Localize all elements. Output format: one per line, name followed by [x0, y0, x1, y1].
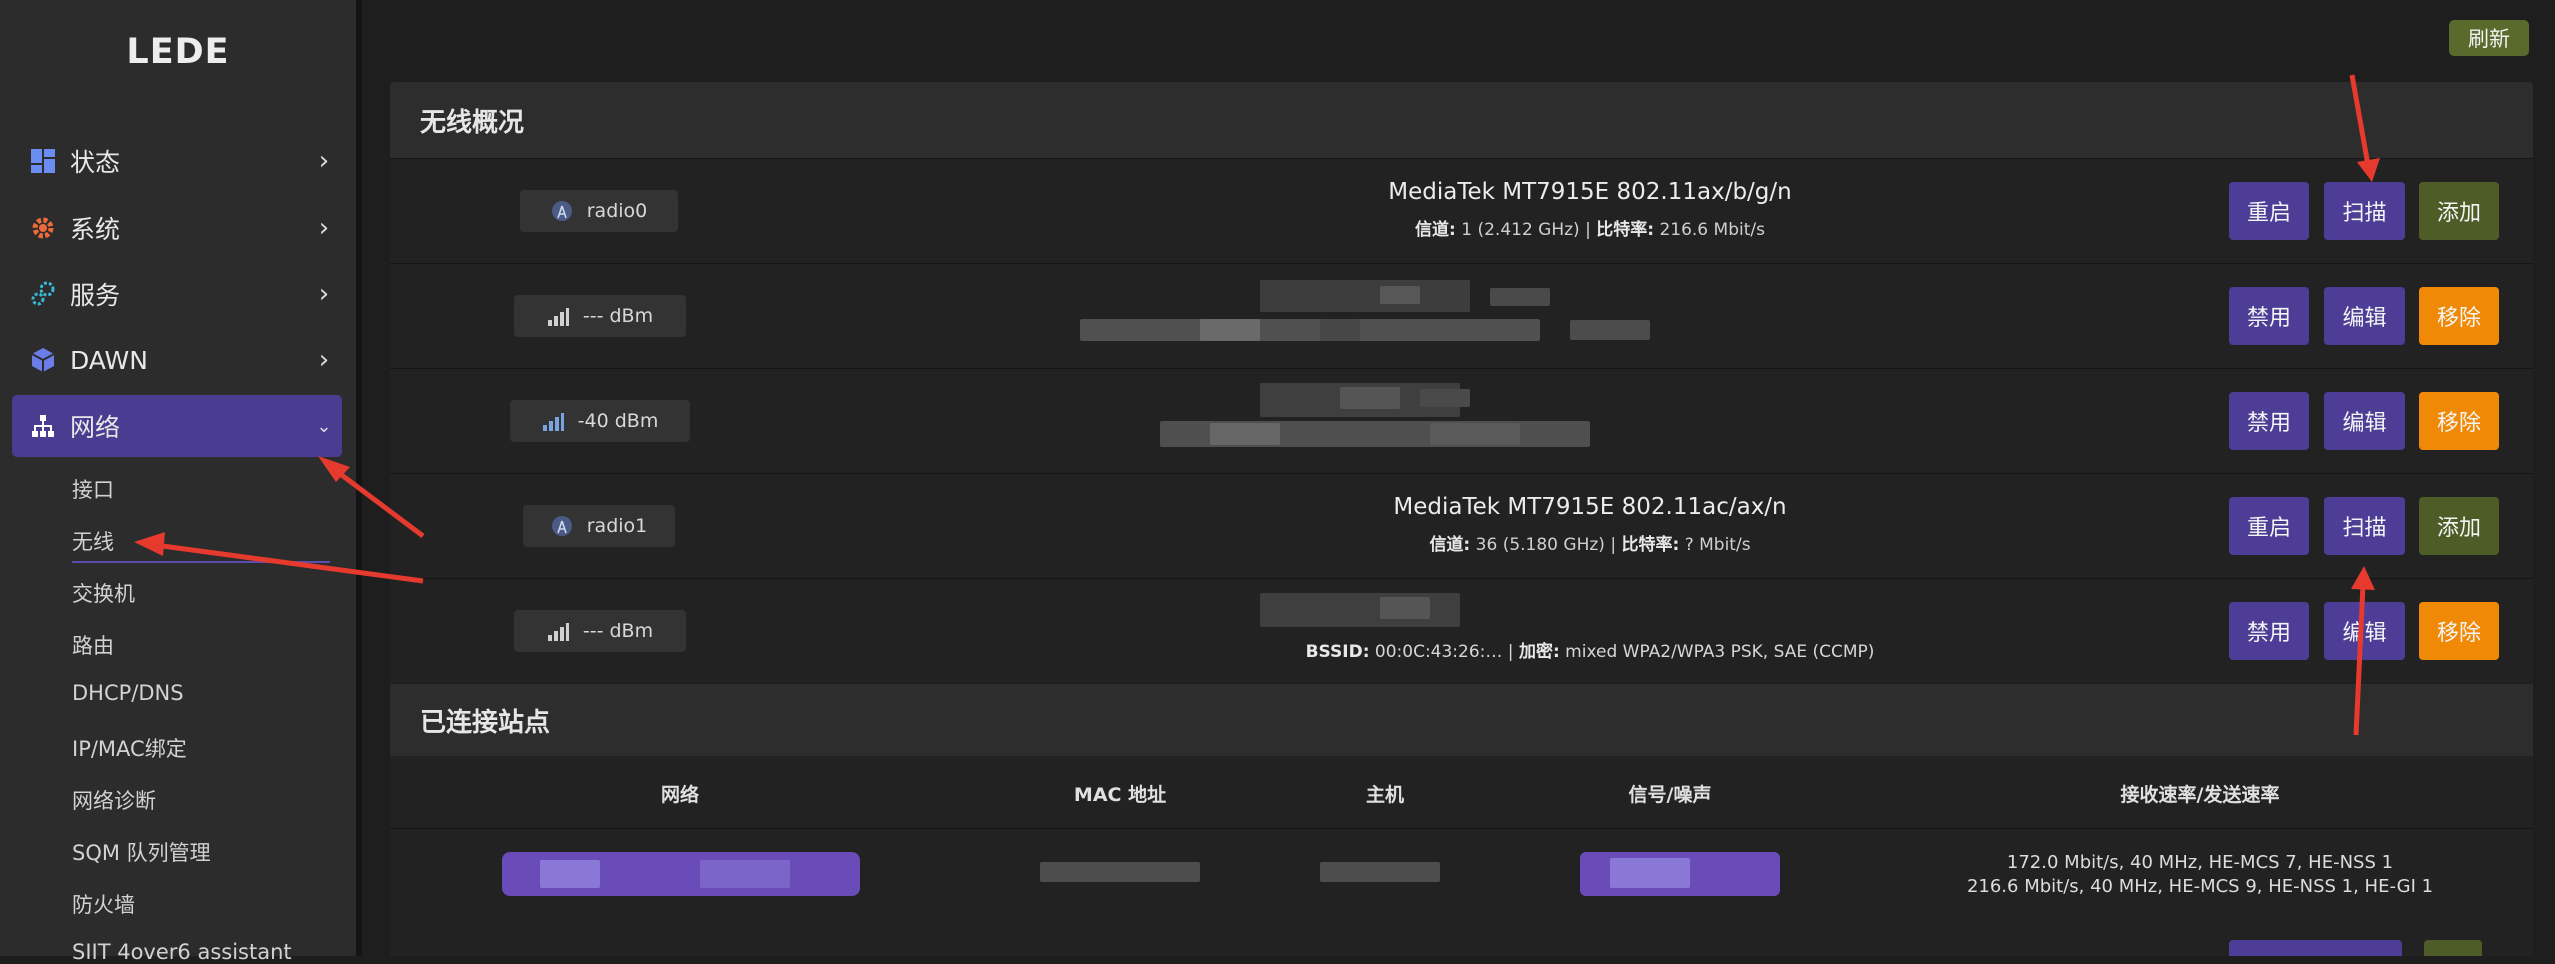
cube-icon [28, 345, 58, 375]
active-subitem-underline [72, 561, 330, 563]
signal-badge: --- dBm [514, 610, 686, 652]
wireless-row-network-3: --- dBm BSSID: 00:0C:43:26:… | 加密: mixed… [390, 578, 2533, 683]
wireless-row-network-1: --- dBm 禁用 编辑 移除 [390, 263, 2533, 368]
restart-button[interactable]: 重启 [2229, 497, 2309, 555]
sidebar-item-label: DAWN [70, 345, 148, 375]
sidebar-item-label: 系统 [70, 215, 121, 244]
scan-button[interactable]: 扫描 [2324, 182, 2405, 240]
sidebar-item-dawn[interactable]: DAWN › [12, 329, 342, 391]
sidebar-subitem-firewall[interactable]: 防火墙 [72, 889, 135, 919]
sidebar-item-label: 状态 [70, 148, 121, 177]
sidebar-subitem-wireless[interactable]: 无线 [72, 526, 114, 556]
signal-bars-icon [542, 411, 564, 431]
sidebar-item-network[interactable]: 网络 ⌄ [12, 395, 342, 457]
wireless-row-radio0: radio0 MediaTek MT7915E 802.11ax/b/g/n 信… [390, 158, 2533, 263]
rx-rate: 172.0 Mbit/s, 40 MHz, HE-MCS 7, HE-NSS 1 [2006, 852, 2394, 873]
sidebar-item-label: 网络 [70, 413, 121, 442]
edit-button[interactable]: 编辑 [2324, 602, 2405, 660]
device-name: MediaTek MT7915E 802.11ax/b/g/n [1388, 179, 1792, 205]
device-name: MediaTek MT7915E 802.11ac/ax/n [1393, 494, 1787, 520]
chevron-right-icon: › [318, 213, 330, 243]
device-details: 信道: 36 (5.180 GHz) | 比特率: ? Mbit/s [1429, 535, 1751, 555]
redacted-host-cell [1320, 862, 1440, 882]
sidebar-subitem-sqm[interactable]: SQM 队列管理 [72, 837, 211, 867]
column-header-signal-noise: 信号/噪声 [1628, 784, 1712, 806]
sidebar-item-status[interactable]: 状态 › [12, 130, 342, 192]
column-header-mac: MAC 地址 [1073, 784, 1167, 806]
redacted-mac-cell [1040, 862, 1200, 882]
restart-button[interactable]: 重启 [2229, 182, 2309, 240]
sidebar-subitem-ip-mac-bind[interactable]: IP/MAC绑定 [72, 733, 187, 763]
sidebar-divider [356, 0, 362, 956]
sidebar-subitem-routes[interactable]: 路由 [72, 630, 114, 660]
disable-button[interactable]: 禁用 [2229, 392, 2309, 450]
sidebar-subitem-dhcp-dns[interactable]: DHCP/DNS [72, 681, 184, 705]
radio-tower-icon [551, 200, 573, 222]
sidebar-item-system[interactable]: 系统 › [12, 197, 342, 259]
bssid-encryption-line: BSSID: 00:0C:43:26:… | 加密: mixed WPA2/WP… [1305, 642, 1875, 662]
refresh-button[interactable]: 刷新 [2449, 20, 2529, 56]
signal-bars-icon [547, 306, 569, 326]
chevron-right-icon: › [318, 146, 330, 176]
edit-button[interactable]: 编辑 [2324, 392, 2405, 450]
sidebar-subitem-diagnostics[interactable]: 网络诊断 [72, 785, 156, 815]
radio-badge: radio1 [523, 505, 675, 547]
radio-badge: radio0 [520, 190, 678, 232]
logo: LEDE [126, 32, 230, 72]
add-button[interactable]: 添加 [2419, 497, 2499, 555]
stations-title: 已连接站点 [390, 684, 2533, 756]
sidebar-item-label: 服务 [70, 281, 121, 310]
dashboard-icon [28, 146, 58, 176]
device-details: 信道: 1 (2.412 GHz) | 比特率: 216.6 Mbit/s [1415, 220, 1765, 240]
edit-button[interactable]: 编辑 [2324, 287, 2405, 345]
tx-rate: 216.6 Mbit/s, 40 MHz, HE-MCS 9, HE-NSS 1… [1966, 876, 2434, 897]
disable-button[interactable]: 禁用 [2229, 287, 2309, 345]
services-icon [28, 279, 58, 309]
bottom-green-button[interactable] [2424, 940, 2482, 956]
sidebar-subitem-interfaces[interactable]: 接口 [72, 474, 114, 504]
sidebar-subitem-switch[interactable]: 交换机 [72, 578, 135, 608]
gear-icon [28, 213, 58, 243]
wireless-overview-title: 无线概况 [390, 82, 2533, 158]
remove-button[interactable]: 移除 [2419, 392, 2499, 450]
add-button[interactable]: 添加 [2419, 182, 2499, 240]
chevron-down-icon: ⌄ [316, 415, 332, 437]
signal-badge: -40 dBm [510, 400, 690, 442]
column-header-host: 主机 [1365, 784, 1404, 806]
remove-button[interactable]: 移除 [2419, 602, 2499, 660]
signal-bars-icon [547, 621, 569, 641]
sidebar-item-services[interactable]: 服务 › [12, 263, 342, 325]
chevron-right-icon: › [318, 345, 330, 375]
column-header-rates: 接收速率/发送速率 [2120, 784, 2280, 806]
sidebar-subitem-siit[interactable]: SIIT 4over6 assistant [72, 940, 292, 964]
signal-badge: --- dBm [514, 295, 686, 337]
network-icon [28, 411, 58, 441]
scan-button[interactable]: 扫描 [2324, 497, 2405, 555]
wireless-row-network-2: -40 dBm 禁用 编辑 移除 [390, 368, 2533, 473]
chevron-right-icon: › [318, 279, 330, 309]
remove-button[interactable]: 移除 [2419, 287, 2499, 345]
column-header-network: 网络 [660, 784, 699, 806]
disable-button[interactable]: 禁用 [2229, 602, 2309, 660]
wireless-row-radio1: radio1 MediaTek MT7915E 802.11ac/ax/n 信道… [390, 473, 2533, 578]
bottom-purple-button[interactable] [2229, 940, 2402, 956]
sidebar: LEDE 状态 › 系统 › 服务 › DAWN › 网络 ⌄ 接口 无线 交换… [0, 0, 356, 964]
radio-tower-icon [551, 515, 573, 537]
